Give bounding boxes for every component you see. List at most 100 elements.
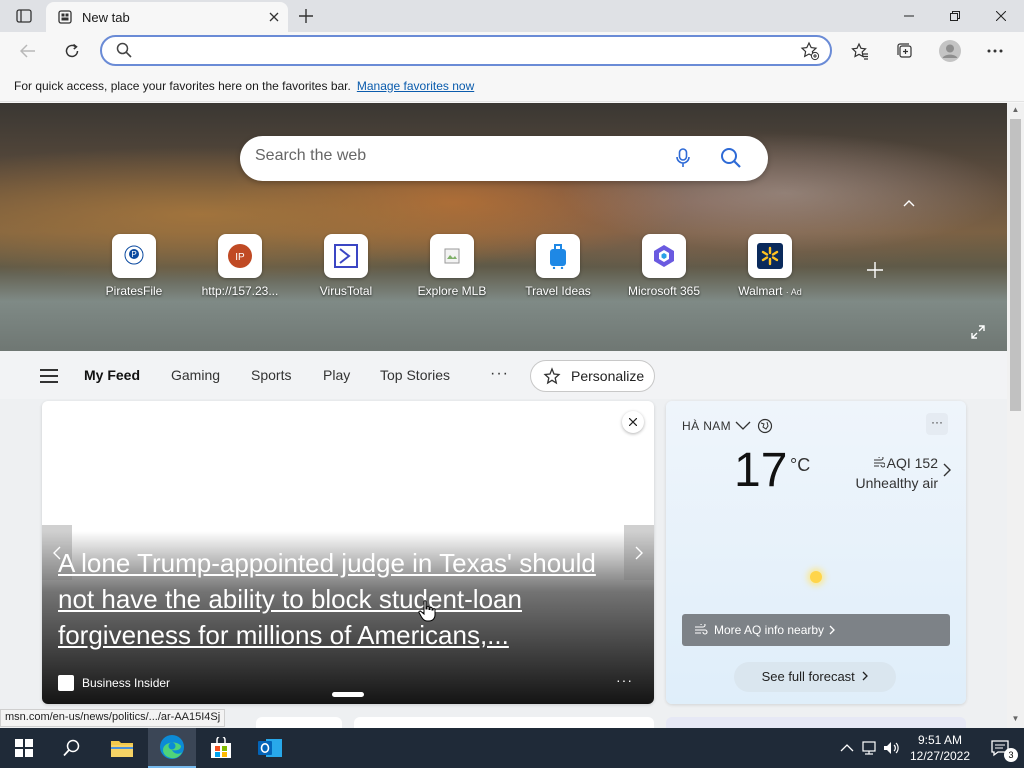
- quick-link-piratesfile[interactable]: P PiratesFile: [89, 234, 179, 298]
- see-full-forecast-button[interactable]: See full forecast: [734, 662, 896, 692]
- weather-unit[interactable]: °C: [790, 455, 810, 476]
- carousel-indicator[interactable]: [332, 692, 364, 697]
- weather-location-name: HÀ NAM: [682, 419, 732, 433]
- menu-button[interactable]: [40, 369, 58, 383]
- collapse-quick-links-button[interactable]: [898, 195, 920, 211]
- refresh-button[interactable]: [57, 36, 87, 66]
- next-card-peek[interactable]: [256, 717, 342, 728]
- windows-logo-icon: [15, 739, 33, 757]
- next-card-peek[interactable]: [354, 717, 654, 728]
- scrollbar-thumb[interactable]: [1010, 119, 1021, 411]
- new-tab-page: P PiratesFile IP http://157.23... VirusT…: [0, 103, 1007, 728]
- tab-play[interactable]: Play: [323, 367, 350, 383]
- settings-more-button[interactable]: [980, 36, 1010, 66]
- favorites-bar-message: For quick access, place your favorites h…: [14, 78, 351, 93]
- restore-button[interactable]: [932, 0, 978, 32]
- taskbar-search-button[interactable]: [48, 728, 96, 768]
- quick-link-microsoft-365[interactable]: Microsoft 365: [619, 234, 709, 298]
- manage-favorites-link[interactable]: Manage favorites now: [357, 79, 474, 93]
- quick-link-tile: [536, 234, 580, 278]
- favorites-icon: [851, 42, 868, 60]
- collections-button[interactable]: [890, 36, 920, 66]
- close-icon: [996, 11, 1006, 21]
- expand-background-button[interactable]: [968, 322, 988, 342]
- volume-icon[interactable]: [882, 740, 902, 756]
- tab-close-button[interactable]: [260, 3, 288, 31]
- quick-link-tile: [748, 234, 792, 278]
- globe-location-icon[interactable]: [757, 418, 773, 434]
- add-favorite-icon[interactable]: [800, 41, 820, 61]
- address-bar[interactable]: [100, 35, 832, 66]
- aqi-status: Unhealthy air: [855, 475, 939, 491]
- minimize-button[interactable]: [886, 0, 932, 32]
- more-aq-info-button[interactable]: More AQ info nearby: [682, 614, 950, 646]
- quick-link-explore-mlb[interactable]: Explore MLB: [407, 234, 497, 298]
- notifications-button[interactable]: 3: [980, 728, 1020, 768]
- outlook-taskbar-button[interactable]: [246, 728, 294, 768]
- tab-actions-icon: [16, 9, 32, 23]
- piratesfile-icon: P: [124, 245, 144, 265]
- clock-date: 12/27/2022: [909, 749, 971, 763]
- scroll-down-arrow[interactable]: ▼: [1011, 714, 1020, 724]
- system-tray: [836, 728, 902, 768]
- card-close-button[interactable]: [622, 411, 644, 433]
- weather-card[interactable]: HÀ NAM ··· 17 °C AQI 152 Unhealthy air M…: [666, 401, 966, 704]
- file-explorer-button[interactable]: [98, 728, 146, 768]
- address-input[interactable]: [142, 40, 782, 62]
- search-icon: [63, 739, 80, 757]
- network-icon[interactable]: [860, 740, 880, 756]
- tab-my-feed[interactable]: My Feed: [84, 367, 140, 383]
- news-headline[interactable]: A lone Trump-appointed judge in Texas' s…: [58, 545, 638, 653]
- quick-link-label: Microsoft 365: [627, 284, 701, 298]
- edge-taskbar-button[interactable]: [148, 728, 196, 768]
- store-icon: [211, 737, 231, 758]
- card-more-button[interactable]: ···: [616, 672, 633, 688]
- chevron-right-icon: [862, 671, 869, 681]
- aqi-summary[interactable]: AQI 152 Unhealthy air: [834, 453, 939, 493]
- personalize-button[interactable]: Personalize: [530, 360, 655, 392]
- tab-strip: New tab: [0, 0, 1024, 32]
- quick-link-travel-ideas[interactable]: Travel Ideas: [513, 234, 603, 298]
- store-taskbar-button[interactable]: [197, 728, 245, 768]
- web-search-box[interactable]: [240, 136, 768, 181]
- notification-count-badge: 3: [1004, 748, 1018, 762]
- weather-menu-button[interactable]: ···: [926, 413, 948, 435]
- scroll-up-arrow[interactable]: ▲: [1011, 105, 1020, 115]
- favorites-button[interactable]: [845, 36, 875, 66]
- tab-gaming[interactable]: Gaming: [171, 367, 220, 383]
- hero-news-card[interactable]: A lone Trump-appointed judge in Texas' s…: [42, 401, 654, 704]
- close-window-button[interactable]: [978, 0, 1024, 32]
- more-tabs-button[interactable]: ···: [490, 365, 509, 383]
- quick-link-walmart[interactable]: Walmart · Ad: [725, 234, 815, 298]
- back-arrow-icon: [20, 44, 35, 58]
- quick-link-label: Travel Ideas: [525, 284, 591, 298]
- next-card-peek[interactable]: [666, 717, 966, 728]
- feed-nav: My Feed Gaming Sports Play Top Stories ·…: [0, 351, 1007, 399]
- aqi-icon: [873, 455, 886, 468]
- tab-sports[interactable]: Sports: [251, 367, 291, 383]
- microphone-icon[interactable]: [676, 148, 690, 168]
- page-scrollbar[interactable]: ▲ ▼: [1007, 103, 1024, 728]
- chevron-right-icon[interactable]: [943, 463, 951, 477]
- quick-link-ip[interactable]: IP http://157.23...: [195, 234, 285, 298]
- collections-icon: [897, 43, 912, 58]
- web-search-input[interactable]: [255, 147, 655, 165]
- start-button[interactable]: [0, 728, 48, 768]
- weather-location[interactable]: HÀ NAM: [682, 418, 773, 434]
- quick-link-virustotal[interactable]: VirusTotal: [301, 234, 391, 298]
- taskbar-clock[interactable]: 9:51 AM 12/27/2022: [904, 732, 976, 764]
- search-icon[interactable]: [720, 147, 742, 169]
- add-quick-link-button[interactable]: [866, 261, 884, 279]
- aqi-value: AQI 152: [834, 453, 938, 473]
- aqi-icon: [695, 624, 708, 635]
- tab-top-stories[interactable]: Top Stories: [380, 367, 450, 383]
- back-button[interactable]: [13, 36, 43, 66]
- tab-new-tab[interactable]: New tab: [46, 2, 288, 32]
- chevron-up-icon[interactable]: [836, 740, 858, 756]
- quick-links: P PiratesFile IP http://157.23... VirusT…: [100, 234, 920, 304]
- new-tab-button[interactable]: [292, 3, 320, 29]
- tab-actions-button[interactable]: [8, 4, 40, 28]
- profile-button[interactable]: [935, 36, 965, 66]
- source-logo-icon: [58, 675, 74, 691]
- quick-link-tile: P: [112, 234, 156, 278]
